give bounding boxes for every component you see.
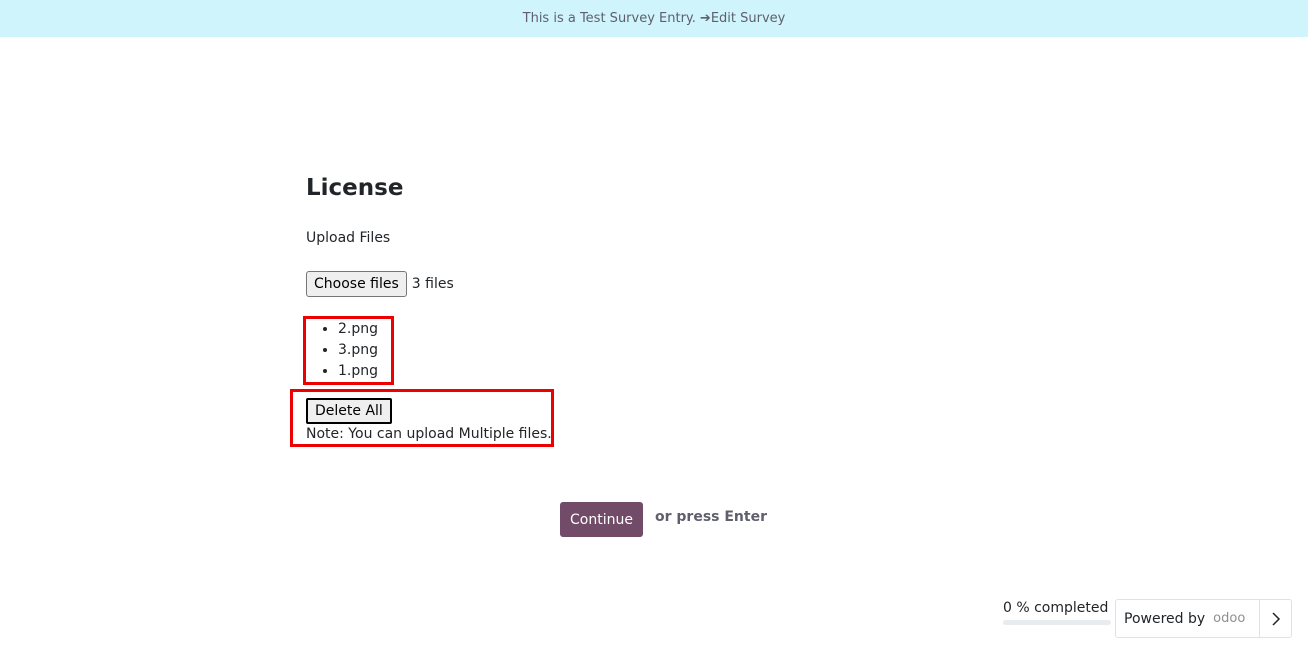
survey-progress: 0 % completed xyxy=(1003,600,1111,625)
question-label: Upload Files xyxy=(306,230,391,246)
test-survey-banner: This is a Test Survey Entry. ➔Edit Surve… xyxy=(0,0,1308,37)
page-title: License xyxy=(306,175,404,201)
file-count: 3 files xyxy=(411,276,454,292)
next-page-button[interactable] xyxy=(1259,600,1291,637)
uploaded-file-list: 2.png 3.png 1.png xyxy=(306,319,378,382)
list-item: 1.png xyxy=(338,361,378,382)
progress-text: 0 % completed xyxy=(1003,600,1109,616)
choose-files-button[interactable]: Choose files xyxy=(306,271,407,297)
chevron-right-icon xyxy=(1271,611,1280,626)
file-picker[interactable]: Choose files 3 files xyxy=(306,271,454,297)
edit-survey-link[interactable]: ➔Edit Survey xyxy=(696,11,785,26)
edit-survey-label: Edit Survey xyxy=(710,11,786,26)
odoo-logo[interactable]: odoo xyxy=(1213,611,1245,626)
continue-button[interactable]: Continue xyxy=(560,502,643,537)
powered-by-badge: Powered by odoo xyxy=(1115,599,1292,638)
progress-bar xyxy=(1003,620,1111,625)
list-item: 2.png xyxy=(338,319,378,340)
press-enter-hint: or press Enter xyxy=(655,509,767,525)
banner-text: This is a Test Survey Entry. xyxy=(522,11,696,26)
list-item: 3.png xyxy=(338,340,378,361)
delete-all-button[interactable]: Delete All xyxy=(306,398,392,424)
upload-note: Note: You can upload Multiple files. xyxy=(306,426,552,442)
arrow-right-icon: ➔ xyxy=(699,11,711,26)
powered-by-label: Powered by xyxy=(1124,610,1206,627)
